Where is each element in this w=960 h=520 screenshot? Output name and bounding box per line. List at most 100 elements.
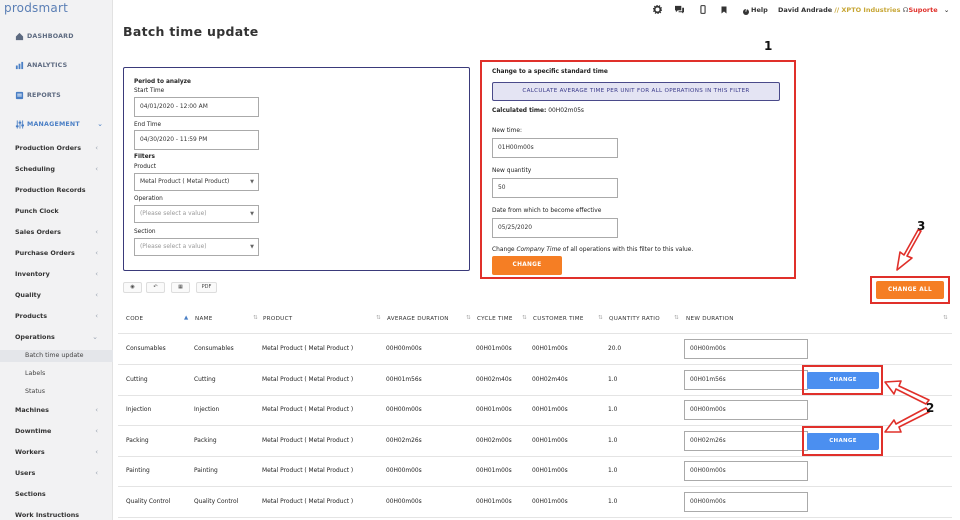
new-duration-input[interactable]: 00H02m26s bbox=[684, 430, 808, 451]
sort-icon[interactable]: ⇅ bbox=[253, 315, 258, 321]
sidebar-item-workers[interactable]: Workers ‹ bbox=[15, 446, 102, 458]
section-select[interactable]: (Please select a value) ▼ bbox=[134, 238, 259, 256]
sidebar-item-inventory[interactable]: Inventory ‹ bbox=[15, 268, 102, 280]
pdf-button[interactable]: PDF bbox=[196, 282, 217, 293]
sidebar-item-management[interactable]: MANAGEMENT ⌄ bbox=[15, 117, 103, 131]
bookmark-icon[interactable] bbox=[719, 5, 728, 14]
cell-customer: 00H02m40s bbox=[532, 376, 568, 383]
start-time-input[interactable]: 04/01/2020 - 12:00 AM bbox=[134, 97, 259, 117]
sidebar-item-operations[interactable]: Operations ⌄ bbox=[15, 331, 102, 343]
sort-icon[interactable]: ⇅ bbox=[466, 315, 471, 321]
sidebar-item-sections[interactable]: Sections bbox=[15, 488, 102, 500]
change-button[interactable]: CHANGE bbox=[492, 256, 562, 275]
product-select[interactable]: Metal Product ( Metal Product) ▼ bbox=[134, 173, 259, 191]
col-header-name[interactable]: NAME bbox=[195, 316, 213, 322]
sidebar-item-punch-clock[interactable]: Punch Clock bbox=[15, 205, 102, 217]
sidebar-item-label: Quality bbox=[15, 291, 41, 299]
change-all-button[interactable]: CHANGE ALL bbox=[876, 281, 944, 299]
cell-name: Injection bbox=[194, 407, 220, 413]
new-quantity-input[interactable]: 50 bbox=[492, 178, 618, 198]
cell-avg: 00H01m56s bbox=[386, 376, 422, 383]
cell-product: Metal Product ( Metal Product ) bbox=[262, 346, 354, 352]
section-select-placeholder: (Please select a value) bbox=[140, 244, 207, 250]
sidebar-item-downtime[interactable]: Downtime ‹ bbox=[15, 425, 102, 437]
sidebar-item-purchase-orders[interactable]: Purchase Orders ‹ bbox=[15, 247, 102, 259]
cell-name: Painting bbox=[194, 468, 218, 474]
gear-icon[interactable] bbox=[653, 5, 662, 14]
sort-icon[interactable]: ⇅ bbox=[522, 315, 527, 321]
chat-icon[interactable] bbox=[674, 5, 685, 14]
sliders-icon bbox=[15, 119, 24, 129]
sidebar-item-scheduling[interactable]: Scheduling ‹ bbox=[15, 163, 102, 175]
calculate-average-button[interactable]: CALCULATE AVERAGE TIME PER UNIT FOR ALL … bbox=[492, 82, 780, 101]
new-duration-input[interactable]: 00H00m00s bbox=[684, 339, 808, 359]
chevron-down-icon: ⌄ bbox=[92, 333, 98, 341]
sidebar-item-sales-orders[interactable]: Sales Orders ‹ bbox=[15, 226, 102, 238]
cell-ratio: 1.0 bbox=[608, 437, 618, 444]
sidebar-item-label: Inventory bbox=[15, 270, 50, 278]
sort-icon[interactable]: ⇅ bbox=[943, 315, 948, 321]
sidebar-subitem-status[interactable]: Status bbox=[25, 386, 45, 398]
change-note-pre: Change bbox=[492, 247, 517, 253]
grid-icon: ▦ bbox=[178, 284, 183, 290]
annotation-arrow-3 bbox=[896, 229, 922, 271]
end-time-label: End Time bbox=[134, 122, 162, 128]
col-header-code[interactable]: CODE bbox=[126, 316, 143, 322]
sidebar-item-label: Purchase Orders bbox=[15, 249, 75, 257]
dashboard-icon bbox=[15, 32, 24, 40]
cell-name: Cutting bbox=[194, 376, 216, 383]
sidebar-item-analytics[interactable]: ANALYTICS bbox=[15, 58, 67, 72]
cell-cycle: 00H01m00s bbox=[476, 498, 512, 505]
new-duration-input[interactable]: 00H01m56s bbox=[684, 369, 808, 390]
sidebar-item-label: Punch Clock bbox=[15, 207, 59, 215]
operation-select[interactable]: (Please select a value) ▼ bbox=[134, 205, 259, 223]
support-link[interactable]: Suporte bbox=[908, 6, 937, 14]
undo-button[interactable]: ↶ bbox=[146, 282, 165, 293]
sort-asc-icon[interactable]: ▲ bbox=[184, 315, 188, 321]
new-duration-input[interactable]: 00H00m00s bbox=[684, 461, 808, 481]
sidebar-item-work-instructions[interactable]: Work Instructions bbox=[15, 509, 102, 520]
sort-icon[interactable]: ⇅ bbox=[674, 315, 679, 321]
grid-button[interactable]: ▦ bbox=[171, 282, 190, 293]
sidebar-item-production-records[interactable]: Production Records bbox=[15, 184, 102, 196]
col-header-customer-time[interactable]: CUSTOMER TIME bbox=[533, 316, 584, 322]
sidebar-item-dashboard[interactable]: DASHBOARD bbox=[15, 29, 74, 43]
new-time-input[interactable]: 01H00m00s bbox=[492, 138, 618, 158]
sort-icon[interactable]: ⇅ bbox=[598, 315, 603, 321]
sidebar-subitem-batch-time-update[interactable]: Batch time update bbox=[0, 350, 113, 362]
col-header-cycle-time[interactable]: CYCLE TIME bbox=[477, 316, 513, 322]
sidebar-item-quality[interactable]: Quality ‹ bbox=[15, 289, 102, 301]
chevron-left-icon: ‹ bbox=[95, 270, 98, 278]
sidebar-item-machines[interactable]: Machines ‹ bbox=[15, 404, 102, 416]
sidebar-subitem-labels[interactable]: Labels bbox=[25, 368, 45, 380]
col-header-quantity-ratio[interactable]: QUANTITY RATIO bbox=[609, 316, 660, 322]
cell-ratio: 1.0 bbox=[608, 468, 618, 474]
sidebar-item-products[interactable]: Products ‹ bbox=[15, 310, 102, 322]
user-menu[interactable]: David Andrade // XPTO Industries ☊Suport… bbox=[778, 6, 949, 14]
new-duration-input[interactable]: 00H00m00s bbox=[684, 491, 808, 512]
sidebar-item-reports[interactable]: REPORTS bbox=[15, 88, 61, 102]
cell-avg: 00H02m26s bbox=[386, 437, 422, 444]
effective-date-input[interactable]: 05/25/2020 bbox=[492, 218, 618, 238]
col-header-product[interactable]: PRODUCT bbox=[263, 316, 293, 322]
view-toggle-button[interactable]: ◉ bbox=[123, 282, 142, 293]
row-change-highlight bbox=[802, 426, 883, 456]
sidebar-item-label: Downtime bbox=[15, 427, 52, 435]
start-time-label: Start Time bbox=[134, 88, 165, 94]
sidebar-item-label: Workers bbox=[15, 448, 45, 456]
col-header-average-duration[interactable]: AVERAGE DURATION bbox=[387, 316, 449, 322]
chevron-left-icon: ‹ bbox=[95, 469, 98, 477]
brand-logo: prodsmart bbox=[4, 1, 68, 15]
col-header-new-duration[interactable]: NEW DURATION bbox=[686, 316, 734, 322]
sidebar-item-production-orders[interactable]: Production Orders ‹ bbox=[15, 142, 102, 154]
help-link[interactable]: ? Help bbox=[743, 6, 768, 15]
sidebar-item-users[interactable]: Users ‹ bbox=[15, 467, 102, 479]
reports-icon bbox=[15, 91, 24, 99]
cell-avg: 00H00m00s bbox=[386, 498, 422, 505]
mobile-icon[interactable] bbox=[698, 5, 707, 14]
end-time-input[interactable]: 04/30/2020 - 11:59 PM bbox=[134, 130, 259, 150]
new-duration-input[interactable]: 00H00m00s bbox=[684, 400, 808, 420]
cell-cycle: 00H02m40s bbox=[476, 376, 512, 383]
chevron-left-icon: ‹ bbox=[95, 406, 98, 414]
sort-icon[interactable]: ⇅ bbox=[376, 315, 381, 321]
